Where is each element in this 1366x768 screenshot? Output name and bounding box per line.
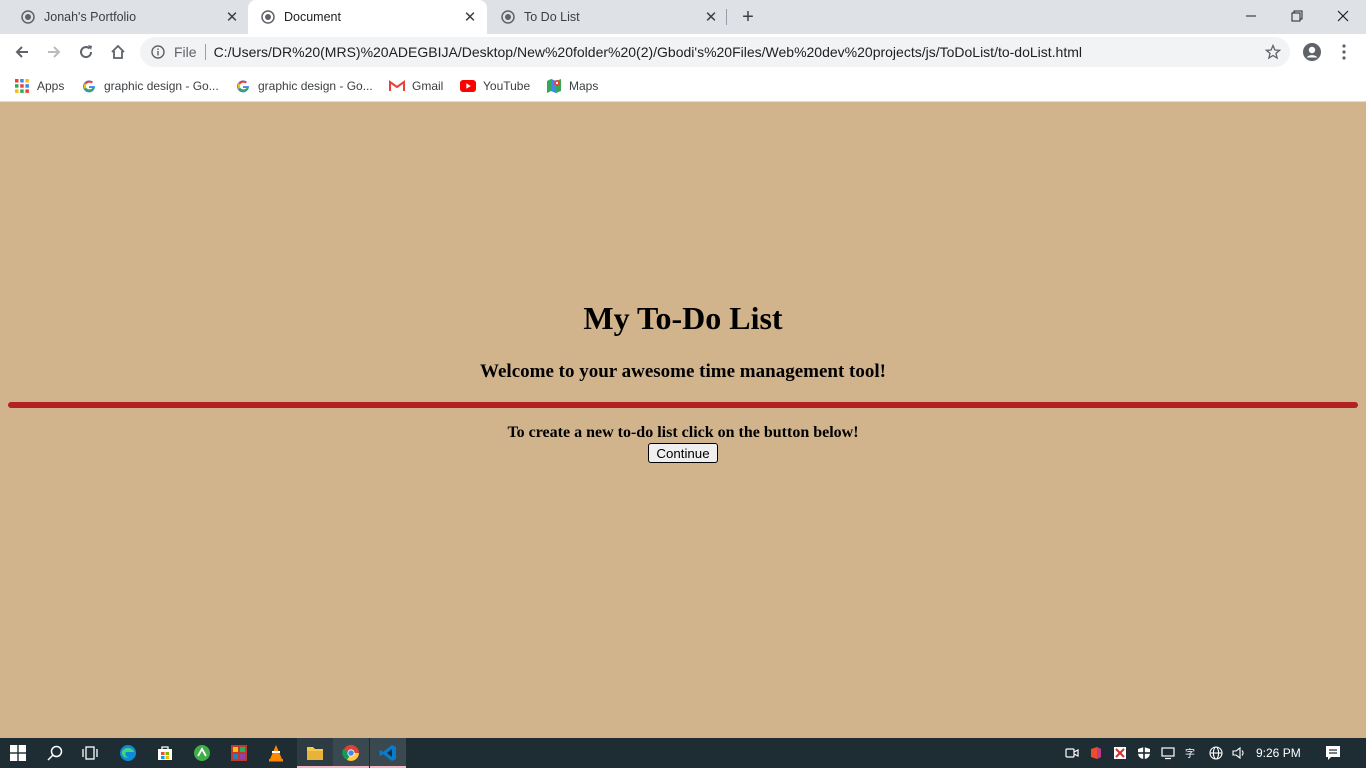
continue-button[interactable]: Continue — [648, 443, 718, 463]
bookmark-label: YouTube — [483, 79, 531, 93]
windows-taskbar: 字 9:26 PM — [0, 738, 1366, 768]
app-colorful-icon[interactable] — [221, 738, 257, 768]
apps-grid-icon — [14, 78, 30, 94]
scheme-label: File — [174, 44, 197, 60]
notifications-icon[interactable] — [1325, 745, 1341, 761]
info-icon[interactable] — [150, 44, 166, 60]
network-globe-icon[interactable] — [1208, 745, 1224, 761]
svg-text:字: 字 — [1185, 747, 1195, 760]
globe-icon — [260, 9, 276, 25]
page-content: My To-Do List Welcome to your awesome ti… — [0, 103, 1366, 738]
menu-kebab-icon[interactable] — [1330, 38, 1358, 66]
chrome-icon[interactable] — [333, 738, 369, 768]
bookmark-label: Maps — [569, 79, 599, 93]
antivirus-icon[interactable] — [1112, 745, 1128, 761]
gmail-icon — [389, 78, 405, 94]
reload-button[interactable] — [72, 38, 100, 66]
page-title: My To-Do List — [583, 300, 783, 336]
app-green-icon[interactable] — [184, 738, 220, 768]
tab-title: Document — [284, 10, 341, 24]
tab-to-do-list[interactable]: To Do List ✕ — [488, 0, 726, 34]
bookmark-maps[interactable]: Maps — [546, 76, 598, 96]
vscode-icon[interactable] — [370, 738, 406, 768]
vlc-icon[interactable] — [258, 738, 294, 768]
tab-separator — [726, 9, 727, 25]
close-tab-icon[interactable]: ✕ — [461, 8, 479, 26]
new-tab-button[interactable]: + — [736, 6, 760, 28]
browser-toolbar: File C:/Users/DR%20(MRS)%20ADEGBIJA/Desk… — [0, 34, 1366, 70]
bookmark-graphic-design-1[interactable]: graphic design - Go... — [81, 76, 219, 96]
bookmark-youtube[interactable]: YouTube — [460, 76, 530, 96]
taskbar-clock[interactable]: 9:26 PM — [1256, 738, 1301, 768]
meet-now-icon[interactable] — [1064, 745, 1080, 761]
forward-button[interactable] — [40, 38, 68, 66]
globe-icon — [500, 9, 516, 25]
profile-avatar-icon[interactable] — [1298, 38, 1326, 66]
store-icon[interactable] — [147, 738, 183, 768]
file-explorer-icon[interactable] — [297, 738, 333, 768]
minimize-button[interactable] — [1228, 0, 1274, 32]
bookmark-label: graphic design - Go... — [258, 79, 373, 93]
instruction-text: To create a new to-do list click on the … — [507, 424, 859, 441]
volume-icon[interactable] — [1231, 745, 1247, 761]
display-icon[interactable] — [1160, 745, 1176, 761]
omnibox-divider — [204, 44, 206, 60]
close-tab-icon[interactable]: ✕ — [223, 8, 241, 26]
address-bar[interactable]: File C:/Users/DR%20(MRS)%20ADEGBIJA/Desk… — [140, 37, 1290, 67]
back-button[interactable] — [8, 38, 36, 66]
bookmark-gmail[interactable]: Gmail — [389, 76, 443, 96]
restore-button[interactable] — [1274, 0, 1320, 32]
bookmark-graphic-design-2[interactable]: graphic design - Go... — [235, 76, 373, 96]
tab-title: To Do List — [524, 10, 580, 24]
maps-icon — [546, 78, 562, 94]
search-icon[interactable] — [37, 738, 73, 768]
tab-title: Jonah's Portfolio — [44, 10, 137, 24]
google-icon — [81, 78, 97, 94]
star-bookmark-icon[interactable] — [1264, 43, 1282, 61]
globe-icon — [20, 9, 36, 25]
youtube-icon — [460, 78, 476, 94]
bookmark-label: Apps — [37, 79, 65, 93]
tab-strip: Jonah's Portfolio ✕ Document ✕ To Do Lis… — [0, 0, 1366, 34]
horizontal-rule — [8, 402, 1358, 408]
bookmark-label: graphic design - Go... — [104, 79, 219, 93]
bookmark-label: Gmail — [412, 79, 444, 93]
office-icon[interactable] — [1088, 745, 1104, 761]
url-text[interactable]: C:/Users/DR%20(MRS)%20ADEGBIJA/Desktop/N… — [214, 44, 1082, 60]
tab-document[interactable]: Document ✕ — [248, 0, 487, 34]
page-subtitle: Welcome to your awesome time management … — [480, 361, 886, 382]
input-method-icon[interactable]: 字 — [1184, 745, 1200, 761]
edge-icon[interactable] — [110, 738, 146, 768]
task-view-icon[interactable] — [72, 738, 108, 768]
close-window-button[interactable] — [1320, 0, 1366, 32]
tab-jonahs-portfolio[interactable]: Jonah's Portfolio ✕ — [0, 0, 247, 34]
start-icon[interactable] — [0, 738, 36, 768]
home-button[interactable] — [104, 38, 132, 66]
bookmark-apps[interactable]: Apps — [14, 76, 64, 96]
shield-icon[interactable] — [1136, 745, 1152, 761]
bookmarks-bar: Apps graphic design - Go... graphic desi… — [0, 70, 1366, 102]
google-icon — [235, 78, 251, 94]
close-tab-icon[interactable]: ✕ — [702, 8, 720, 26]
